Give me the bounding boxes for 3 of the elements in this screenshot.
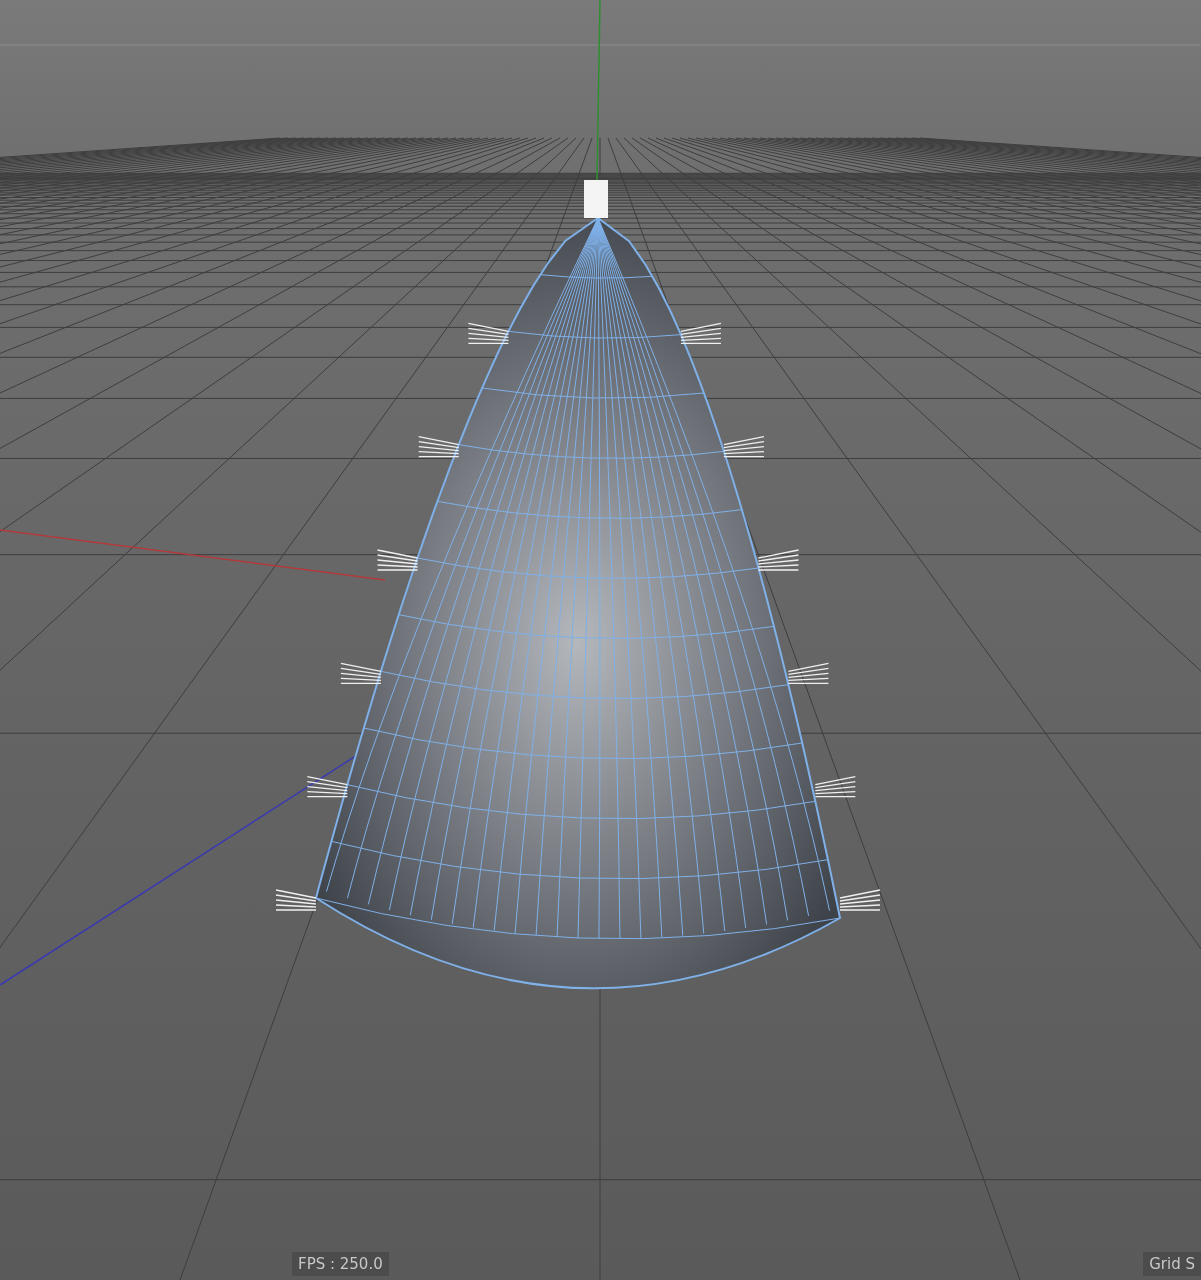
grid-label: Grid S: [1143, 1252, 1201, 1276]
3d-viewport[interactable]: FPS : 250.0 Grid S: [0, 0, 1201, 1280]
fps-label: FPS : 250.0: [292, 1252, 389, 1276]
